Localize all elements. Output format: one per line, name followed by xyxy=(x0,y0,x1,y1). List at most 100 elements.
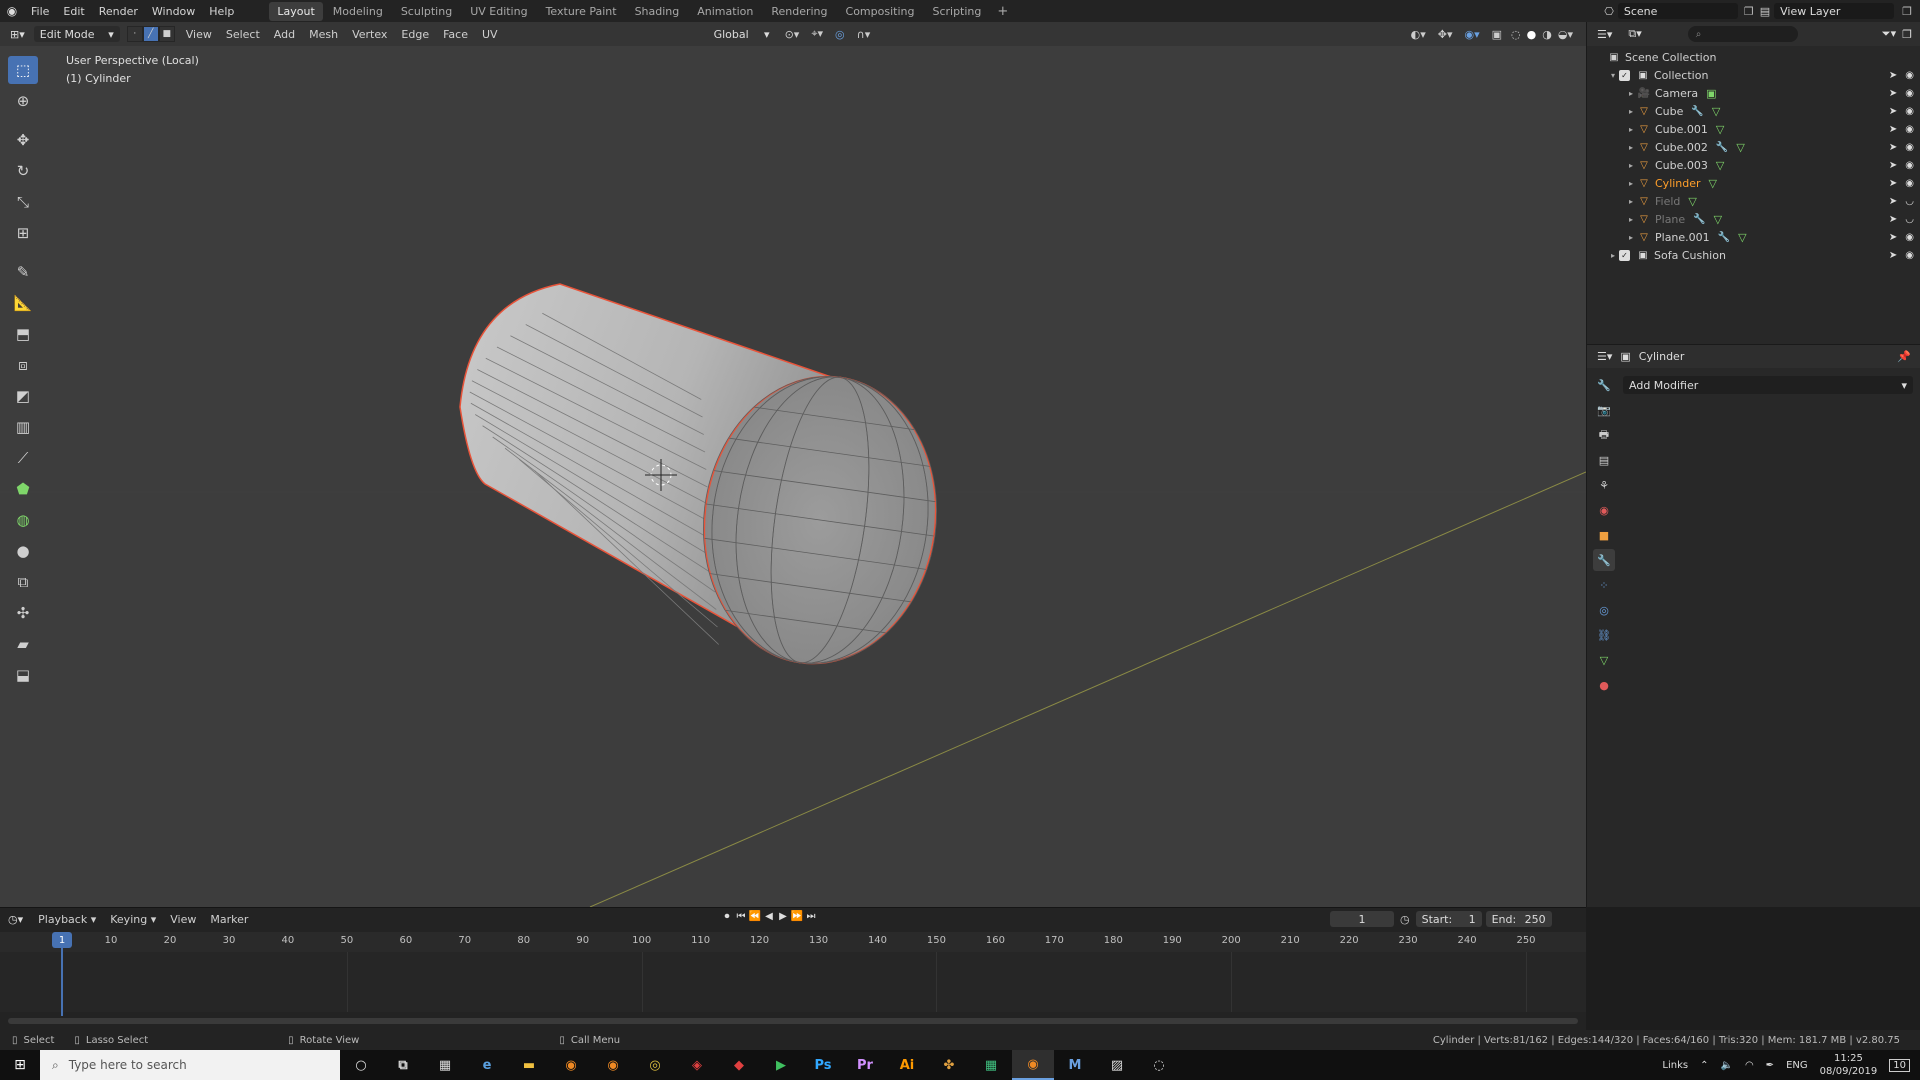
menu-vertex[interactable]: Vertex xyxy=(345,28,394,41)
calculator-icon[interactable]: ▦ xyxy=(424,1050,466,1080)
menu-uv[interactable]: UV xyxy=(475,28,505,41)
menu-edit[interactable]: Edit xyxy=(56,5,91,18)
tab-texture-paint[interactable]: Texture Paint xyxy=(538,2,625,21)
gizmo-icon[interactable]: ✥▾ xyxy=(1432,28,1459,41)
pivot-icon[interactable]: ⊙▾ xyxy=(779,28,806,41)
menu-render[interactable]: Render xyxy=(92,5,145,18)
tab-scripting[interactable]: Scripting xyxy=(924,2,989,21)
outliner-root[interactable]: ▣ Scene Collection xyxy=(1587,48,1920,66)
slack-icon[interactable]: ✤ xyxy=(928,1050,970,1080)
next-keyframe-icon[interactable]: ⏩ xyxy=(790,911,804,922)
shading-rendered-icon[interactable]: ◒▾ xyxy=(1555,28,1576,41)
selectable-icon[interactable]: ➤ xyxy=(1889,196,1897,207)
shading-solid-icon[interactable]: ● xyxy=(1524,28,1540,41)
menu-add[interactable]: Add xyxy=(267,28,302,41)
jump-end-icon[interactable]: ⏭ xyxy=(804,911,818,922)
pen-icon[interactable]: ✒ xyxy=(1766,1060,1774,1071)
measure-tool[interactable]: 📐 xyxy=(8,289,38,317)
properties-editor-icon[interactable]: ☰▾ xyxy=(1597,350,1612,363)
tab-shading[interactable]: Shading xyxy=(627,2,688,21)
proportional-edit-icon[interactable]: ◎ xyxy=(829,28,851,41)
extrude-tool[interactable]: ⬒ xyxy=(8,320,38,348)
scale-tool[interactable]: ⤡ xyxy=(8,188,38,216)
windows-start-icon[interactable]: ⊞ xyxy=(0,1050,40,1080)
eye-icon[interactable]: ◉ xyxy=(1905,178,1914,189)
eye-icon[interactable]: ◉ xyxy=(1905,70,1914,81)
photos-icon[interactable]: ▨ xyxy=(1096,1050,1138,1080)
selectable-icon[interactable]: ➤ xyxy=(1889,250,1897,261)
view-object-types-icon[interactable]: ◐▾ xyxy=(1405,28,1432,41)
selectable-icon[interactable]: ➤ xyxy=(1889,88,1897,99)
volume-icon[interactable]: 🔈 xyxy=(1720,1060,1732,1071)
expand-arrow-icon[interactable]: ▸ xyxy=(1625,161,1637,170)
face-select-icon[interactable]: ■ xyxy=(158,26,175,42)
overlays-icon[interactable]: ◉▾ xyxy=(1459,28,1486,41)
add-modifier-dropdown[interactable]: Add Modifier ▾ xyxy=(1623,376,1913,394)
xray-icon[interactable]: ▣ xyxy=(1486,28,1508,41)
timeline-track[interactable] xyxy=(0,952,1586,1012)
mode-dropdown[interactable]: Edit Mode ▾ xyxy=(33,26,120,42)
eye-icon[interactable]: ◉ xyxy=(1905,232,1914,243)
constraints-tab-icon[interactable]: ⛓ xyxy=(1593,624,1615,646)
render-tab-icon[interactable]: 📷 xyxy=(1593,399,1615,421)
vertex-select-icon[interactable]: · xyxy=(126,26,143,42)
expand-arrow-icon[interactable]: ▸ xyxy=(1607,251,1619,260)
world-tab-icon[interactable]: ◉ xyxy=(1593,499,1615,521)
modifier-tab-icon[interactable]: 🔧 xyxy=(1593,549,1615,571)
material-tab-icon[interactable]: ● xyxy=(1593,674,1615,696)
notifications-icon[interactable]: 10 xyxy=(1889,1058,1910,1072)
rip-tool[interactable]: ⬓ xyxy=(8,661,38,689)
prev-keyframe-icon[interactable]: ⏪ xyxy=(748,911,762,922)
tab-modeling[interactable]: Modeling xyxy=(325,2,391,21)
menu-playback[interactable]: Playback ▾ xyxy=(31,913,103,926)
menu-select[interactable]: Select xyxy=(219,28,267,41)
clock-icon[interactable]: ◷ xyxy=(1400,913,1410,926)
shear-tool[interactable]: ▰ xyxy=(8,630,38,658)
blender-app-icon[interactable]: ◉ xyxy=(550,1050,592,1080)
menu-edge[interactable]: Edge xyxy=(394,28,436,41)
app-red-2-icon[interactable]: ◆ xyxy=(718,1050,760,1080)
scene-field[interactable]: Scene xyxy=(1617,3,1738,19)
edge-select-icon[interactable]: ╱ xyxy=(142,26,159,42)
eye-icon[interactable]: ◉ xyxy=(1905,124,1914,135)
poly-build-tool[interactable]: ⬟ xyxy=(8,475,38,503)
cursor-tool[interactable]: ⊕ xyxy=(8,87,38,115)
illustrator-icon[interactable]: Ai xyxy=(886,1050,928,1080)
network-icon[interactable]: ◠ xyxy=(1745,1060,1754,1071)
expand-arrow-icon[interactable]: ▸ xyxy=(1625,179,1637,188)
app-circle-icon[interactable]: ◌ xyxy=(1138,1050,1180,1080)
tray-links[interactable]: Links xyxy=(1662,1060,1688,1071)
menu-help[interactable]: Help xyxy=(202,5,241,18)
clock[interactable]: 11:25 08/09/2019 xyxy=(1820,1052,1878,1078)
transform-tool[interactable]: ⊞ xyxy=(8,219,38,247)
spin-tool[interactable]: ◍ xyxy=(8,506,38,534)
new-view-layer-icon[interactable]: ❐ xyxy=(1902,5,1912,18)
timeline-scrollbar[interactable] xyxy=(8,1018,1578,1024)
menu-mesh[interactable]: Mesh xyxy=(302,28,345,41)
snap-icon[interactable]: ⌖▾ xyxy=(805,27,829,41)
tool-tab-icon[interactable]: 🔧 xyxy=(1593,374,1615,396)
object-tab-icon[interactable]: ■ xyxy=(1593,524,1615,546)
edge-icon[interactable]: e xyxy=(466,1050,508,1080)
rotate-tool[interactable]: ↻ xyxy=(8,157,38,185)
outliner-editor-icon[interactable]: ☰▾ xyxy=(1597,28,1612,41)
outliner-item-sofa-cushion[interactable]: ▸ ✓ ▣ Sofa Cushion ➤ ◉ xyxy=(1587,246,1920,264)
eye-icon[interactable]: ◉ xyxy=(1905,106,1914,117)
eye-icon[interactable]: ◉ xyxy=(1905,250,1914,261)
eye-icon[interactable]: ◡ xyxy=(1905,214,1914,225)
timeline-ruler[interactable]: 10 20 30 40 50 60 70 80 90 100 110 120 130 140 150 160 1… xyxy=(0,932,1586,952)
shrink-fatten-tool[interactable]: ✣ xyxy=(8,599,38,627)
loop-cut-tool[interactable]: ▥ xyxy=(8,413,38,441)
expand-arrow-icon[interactable]: ▸ xyxy=(1625,197,1637,206)
3d-viewport[interactable]: ⊞▾ Edit Mode ▾ · ╱ ■ View Select Add Mesh… xyxy=(0,22,1586,907)
physics-tab-icon[interactable]: ◎ xyxy=(1593,599,1615,621)
record-icon[interactable]: ⏺ xyxy=(720,911,734,922)
menu-marker[interactable]: Marker xyxy=(203,913,255,926)
start-frame-field[interactable]: Start: 1 xyxy=(1415,911,1482,927)
photoshop-icon[interactable]: Ps xyxy=(802,1050,844,1080)
chrome-icon[interactable]: ◎ xyxy=(634,1050,676,1080)
outliner-item-collection[interactable]: ▾ ✓ ▣ Collection ➤ ◉ xyxy=(1587,66,1920,84)
cortana-icon[interactable]: ○ xyxy=(340,1050,382,1080)
current-frame-field[interactable]: 1 xyxy=(1330,911,1394,927)
eye-icon[interactable]: ◉ xyxy=(1905,142,1914,153)
